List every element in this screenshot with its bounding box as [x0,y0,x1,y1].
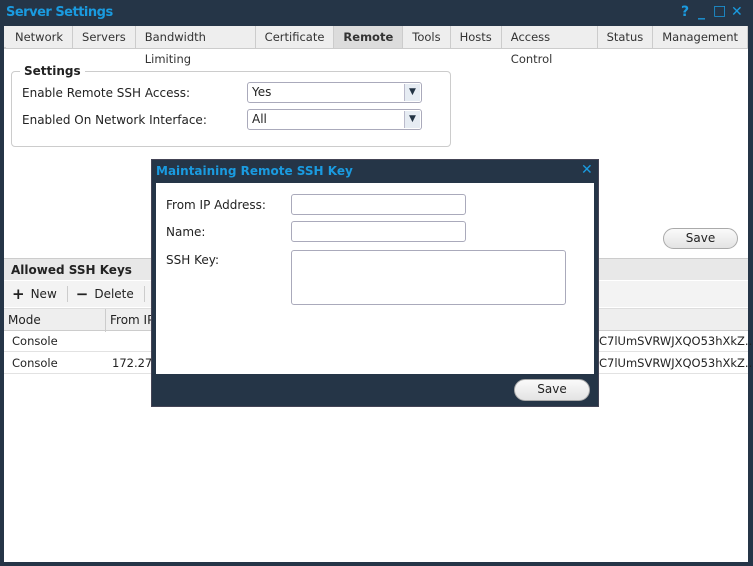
tab-bandwidth-limiting[interactable]: Bandwidth Limiting [135,26,256,66]
tab-bar: Network Servers Bandwidth Limiting Certi… [4,26,748,66]
dialog-title: Maintaining Remote SSH Key [156,164,353,178]
settings-group: Settings [11,64,451,147]
column-mode[interactable]: Mode [4,309,106,332]
cell-ip: 172.27. [112,356,156,370]
tab-status[interactable]: Status [597,26,654,48]
plus-icon: + [12,285,25,303]
network-interface-select[interactable]: All ▼ [247,109,422,130]
tab-remote[interactable]: Remote [334,26,404,48]
name-input[interactable] [291,221,466,242]
delete-label: Delete [94,287,134,301]
ssh-access-value: Yes [252,85,272,99]
ssh-key-label: SSH Key: [166,253,219,267]
tab-servers[interactable]: Servers [73,26,136,48]
cell-key: C7lUmSVRWJXQO53hXkZ... [599,334,753,348]
tab-access-control[interactable]: Access Control [501,26,598,66]
dialog-save-button[interactable]: Save [514,379,590,401]
cell-mode: Console [12,334,58,348]
dialog-body: From IP Address: Name: SSH Key: [156,183,594,374]
tab-network[interactable]: Network [6,26,74,48]
title-bar: Server Settings ? _ □ ✕ [0,0,753,26]
ssh-access-label: Enable Remote SSH Access: [22,86,190,100]
cell-mode: Console [12,356,58,370]
network-interface-value: All [252,112,267,126]
tab-tools[interactable]: Tools [403,26,451,48]
settings-save-button[interactable]: Save [663,228,738,249]
ssh-key-dialog: Maintaining Remote SSH Key ✕ From IP Add… [151,159,599,407]
chevron-down-icon[interactable]: ▼ [404,111,420,128]
tab-hosts[interactable]: Hosts [450,26,502,48]
from-ip-input[interactable] [291,194,466,215]
cell-key: C7lUmSVRWJXQO53hXkZ... [599,356,753,370]
tab-management[interactable]: Management [653,26,748,48]
new-button[interactable]: + New [12,285,68,303]
dialog-close-icon[interactable]: ✕ [581,162,593,178]
settings-legend: Settings [24,64,81,78]
tab-certificate[interactable]: Certificate [255,26,335,48]
minus-icon: − [75,285,89,303]
network-interface-label: Enabled On Network Interface: [22,113,207,127]
from-ip-label: From IP Address: [166,198,266,212]
maximize-icon[interactable]: □ [713,3,726,19]
name-label: Name: [166,225,206,239]
minimize-icon[interactable]: _ [698,4,705,20]
close-icon[interactable]: ✕ [731,4,743,20]
ssh-key-textarea[interactable] [291,250,566,305]
new-label: New [30,287,57,301]
window-title: Server Settings [6,5,113,20]
ssh-access-select[interactable]: Yes ▼ [247,82,422,103]
chevron-down-icon[interactable]: ▼ [404,84,420,101]
help-icon[interactable]: ? [681,4,689,20]
delete-button[interactable]: − Delete [75,285,145,303]
